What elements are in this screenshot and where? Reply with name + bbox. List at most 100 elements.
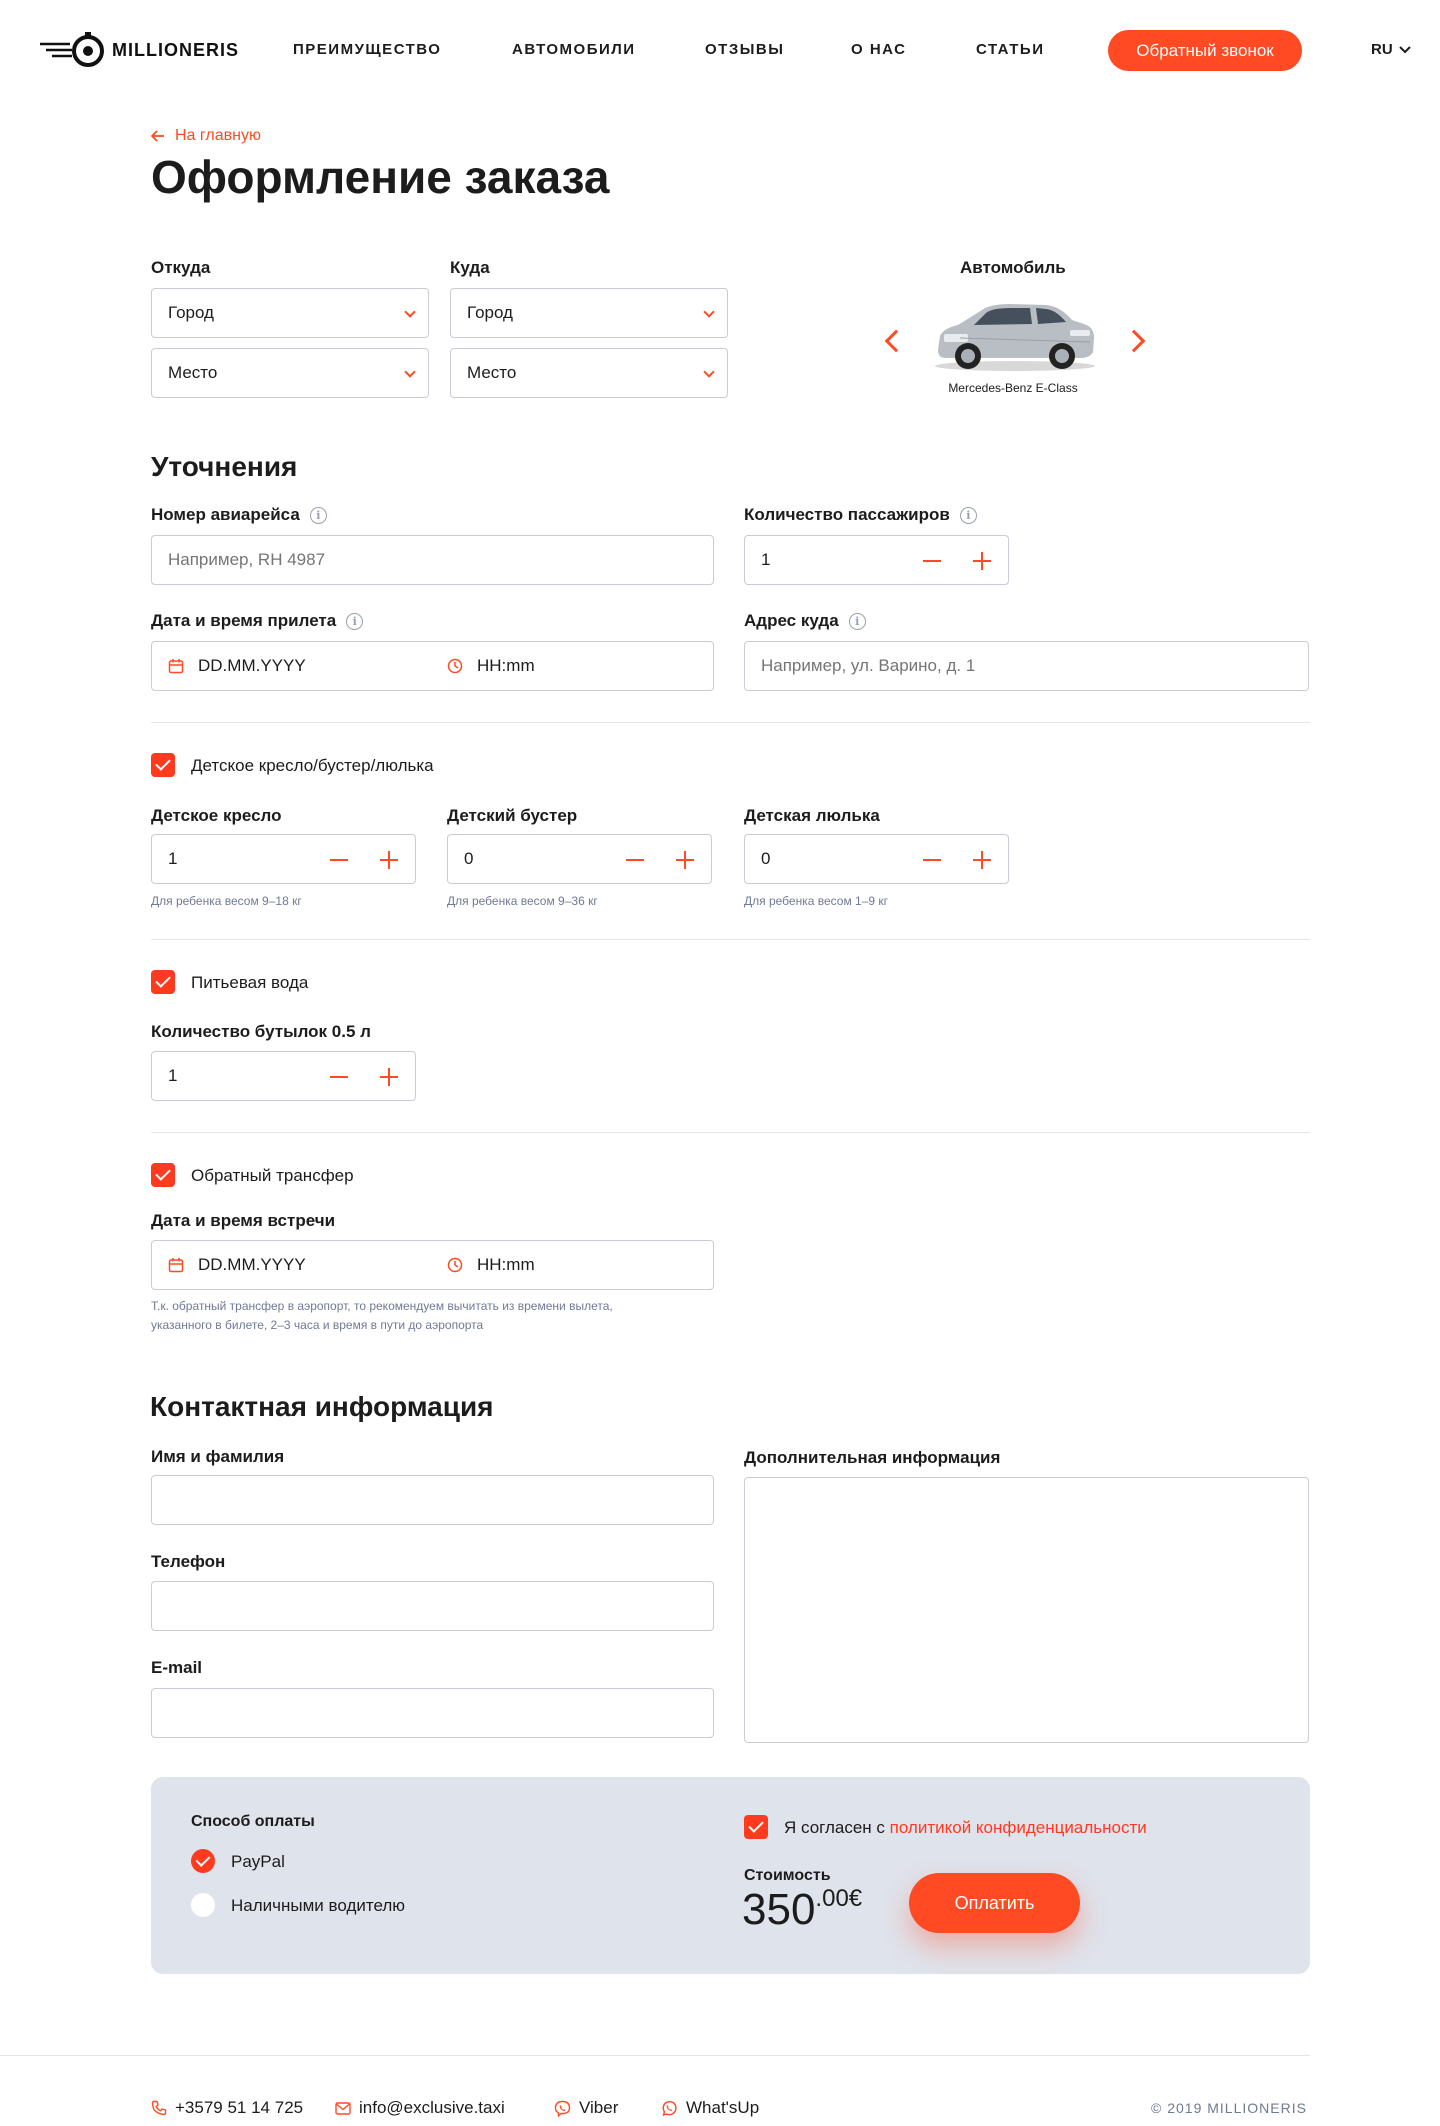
return-transfer-checkbox[interactable] [151, 1163, 175, 1187]
meeting-date-placeholder: DD.MM.YYYY [198, 1254, 306, 1274]
car-next-arrow-icon[interactable] [1122, 329, 1146, 353]
plus-icon[interactable] [973, 851, 991, 869]
paypal-radio[interactable] [191, 1849, 215, 1873]
destination-address-input[interactable] [744, 641, 1309, 691]
email-input[interactable] [151, 1688, 714, 1738]
to-city-value: Город [467, 303, 513, 322]
child-seat-value: 1 [168, 849, 178, 868]
plus-icon[interactable] [973, 552, 991, 570]
child-seat-stepper[interactable]: 1 [151, 834, 416, 884]
nav-reviews[interactable]: ОТЗЫВЫ [705, 41, 784, 58]
arrival-date-input[interactable]: DD.MM.YYYY [168, 642, 306, 689]
mail-icon [335, 2101, 351, 2115]
phone-input[interactable] [151, 1581, 714, 1631]
plus-icon[interactable] [380, 1068, 398, 1086]
booster-label-text: Детский бустер [447, 806, 578, 825]
passengers-stepper[interactable]: 1 [744, 535, 1009, 585]
meeting-time-input[interactable]: HH:mm [447, 1241, 535, 1288]
footer-email-text: info@exclusive.taxi [359, 2098, 505, 2117]
phone-label: Телефон [151, 1552, 225, 1572]
phone-label-text: Телефон [151, 1552, 226, 1571]
pay-button[interactable]: Оплатить [909, 1873, 1080, 1933]
water-checkbox[interactable] [151, 970, 175, 994]
price-cents: .00 [815, 1885, 849, 1912]
nav-about[interactable]: О НАС [851, 41, 906, 58]
car-label-text: Автомобиль [960, 258, 1066, 277]
privacy-consent-checkbox[interactable] [744, 1815, 768, 1839]
nav-advantages[interactable]: ПРЕИМУЩЕСТВО [293, 41, 441, 58]
footer-viber[interactable]: Viber [554, 2098, 618, 2118]
nav-cars[interactable]: АВТОМОБИЛИ [512, 41, 636, 58]
info-icon[interactable]: i [309, 506, 327, 524]
cash-radio[interactable] [191, 1893, 215, 1917]
logo[interactable]: MILLIONERIS [40, 30, 239, 70]
page-title: Оформление заказа [151, 151, 610, 203]
cradle-stepper[interactable]: 0 [744, 834, 1009, 884]
viber-icon [554, 2100, 571, 2117]
arrival-time-input[interactable]: HH:mm [447, 642, 535, 689]
info-icon[interactable]: i [959, 506, 977, 524]
footer-whatsapp-text: What'sUp [686, 2098, 760, 2117]
address-label: Адрес куда i [744, 611, 866, 631]
car-label: Автомобиль [960, 258, 1066, 278]
car-prev-arrow-icon[interactable] [884, 329, 908, 353]
language-selector[interactable]: RU [1371, 41, 1411, 58]
nav-articles[interactable]: СТАТЬИ [976, 41, 1045, 58]
minus-icon[interactable] [330, 859, 348, 861]
to-place-select[interactable]: Место [450, 348, 728, 398]
footer-email[interactable]: info@exclusive.taxi [335, 2098, 505, 2118]
clock-icon [447, 658, 463, 673]
from-city-select[interactable]: Город [151, 288, 429, 338]
details-title: Уточнения [151, 451, 298, 482]
cradle-value: 0 [761, 849, 771, 868]
callback-button[interactable]: Обратный звонок [1108, 30, 1302, 71]
name-label: Имя и фамилия [151, 1447, 284, 1467]
footer-viber-text: Viber [579, 2098, 619, 2117]
contact-title: Контактная информация [150, 1391, 494, 1422]
chevron-down-icon [404, 366, 416, 378]
minus-icon[interactable] [330, 1076, 348, 1078]
clock-icon [447, 1257, 463, 1272]
bottles-stepper[interactable]: 1 [151, 1051, 416, 1101]
bottles-label-text: Количество бутылок 0.5 л [151, 1022, 371, 1041]
extra-info-textarea[interactable] [744, 1477, 1309, 1743]
minus-icon[interactable] [923, 859, 941, 861]
full-name-input[interactable] [151, 1475, 714, 1525]
privacy-policy-link[interactable]: политикой конфиденциальности [890, 1818, 1147, 1837]
footer-whatsapp[interactable]: What'sUp [661, 2098, 759, 2118]
return-transfer-hint-line1: Т.к. обратный трансфер в аэропорт, то ре… [151, 1299, 613, 1313]
arrival-label-text: Дата и время прилета [151, 611, 337, 630]
plus-icon[interactable] [676, 851, 694, 869]
extra-info-label: Дополнительная информация [744, 1448, 1000, 1468]
meeting-label: Дата и время встречи [151, 1211, 335, 1231]
cost-label-text: Стоимость [744, 1867, 831, 1884]
flight-label: Номер авиарейса i [151, 505, 327, 525]
meeting-date-input[interactable]: DD.MM.YYYY [168, 1241, 306, 1288]
minus-icon[interactable] [923, 560, 941, 562]
return-transfer-hint-line2: указанного в билете, 2–3 часа и время в … [151, 1318, 484, 1332]
booster-label: Детский бустер [447, 806, 577, 826]
chevron-down-icon [404, 306, 416, 318]
bottles-value: 1 [168, 1066, 178, 1085]
price: 350 .00 € [742, 1884, 862, 1936]
plus-icon[interactable] [380, 851, 398, 869]
flight-number-input[interactable] [151, 535, 714, 585]
meeting-datetime-field[interactable]: DD.MM.YYYY HH:mm [151, 1240, 714, 1290]
to-label-text: Куда [450, 258, 490, 277]
info-icon[interactable]: i [346, 612, 364, 630]
flight-label-text: Номер авиарейса [151, 505, 300, 524]
child-seat-checkbox[interactable] [151, 753, 175, 777]
cost-label: Стоимость [744, 1867, 831, 1885]
arrival-time-placeholder: HH:mm [477, 655, 535, 675]
from-place-select[interactable]: Место [151, 348, 429, 398]
arrival-datetime-field[interactable]: DD.MM.YYYY HH:mm [151, 641, 714, 691]
to-city-select[interactable]: Город [450, 288, 728, 338]
to-label: Куда [450, 258, 490, 278]
paypal-label: PayPal [231, 1852, 285, 1871]
minus-icon[interactable] [626, 859, 644, 861]
back-to-home-link[interactable]: На главную [151, 127, 261, 145]
info-icon[interactable]: i [848, 612, 866, 630]
footer-phone[interactable]: +3579 51 14 725 [151, 2098, 303, 2118]
booster-stepper[interactable]: 0 [447, 834, 712, 884]
logo-text: MILLIONERIS [112, 39, 239, 60]
